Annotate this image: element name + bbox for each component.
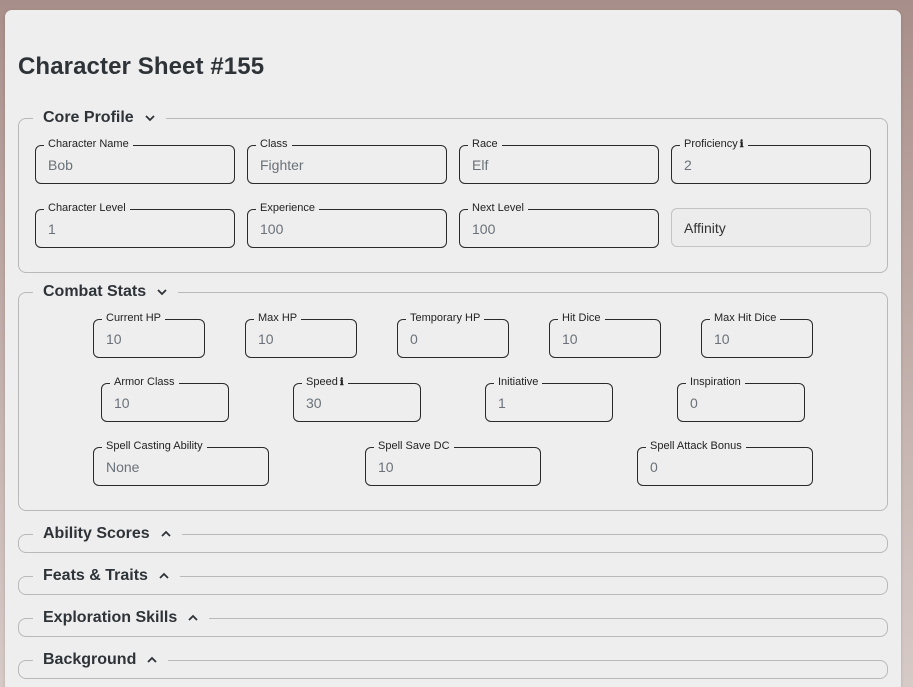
exploration-skills-section: Exploration Skills [18, 607, 888, 637]
field-label: Armor Class [110, 375, 179, 389]
field-label: Inspiration [686, 375, 745, 389]
field-label-text: Speed [306, 376, 338, 388]
proficiency-field[interactable]: Proficiency ℹ 2 [671, 137, 871, 184]
field-value: Bob [48, 157, 73, 173]
core-profile-section: Core Profile [18, 107, 888, 273]
field-label: Spell Attack Bonus [646, 439, 746, 453]
field-value: None [106, 459, 140, 475]
field-value: 100 [472, 221, 496, 237]
field-value: 1 [498, 395, 506, 411]
field-label: Current HP [102, 311, 166, 325]
field-label: Spell Casting Ability [102, 439, 207, 453]
field-label: Race [468, 137, 502, 151]
info-icon[interactable]: ℹ [340, 377, 344, 388]
max-hp-field[interactable]: Max HP 10 [245, 311, 357, 358]
field-label: Max HP [254, 311, 302, 325]
section-title: Exploration Skills [43, 609, 178, 626]
chevron-down-icon [156, 286, 168, 298]
race-field[interactable]: Race Elf [459, 137, 659, 184]
temporary-hp-field[interactable]: Temporary HP 0 [397, 311, 509, 358]
inspiration-field[interactable]: Inspiration 0 [677, 375, 805, 422]
combat-stats-toggle[interactable]: Combat Stats [33, 281, 178, 303]
section-title: Core Profile [43, 109, 134, 126]
field-value: Elf [472, 157, 489, 173]
ability-scores-section: Ability Scores [18, 523, 888, 553]
character-sheet-card: Character Sheet #155 Core Profile Charac… [5, 10, 901, 687]
field-label: Speed ℹ [302, 375, 348, 390]
field-value: 100 [260, 221, 284, 237]
background-section: Background [18, 649, 888, 679]
section-title: Ability Scores [43, 525, 150, 542]
field-value: Fighter [260, 157, 304, 173]
field-label: Experience [256, 201, 320, 215]
class-field[interactable]: Class Fighter [247, 137, 447, 184]
current-hp-field[interactable]: Current HP 10 [93, 311, 205, 358]
page-title: Character Sheet #155 [18, 53, 265, 80]
field-value: 0 [410, 331, 418, 347]
spell-attack-bonus-field[interactable]: Spell Attack Bonus 0 [637, 439, 813, 486]
initiative-field[interactable]: Initiative 1 [485, 375, 613, 422]
hit-dice-field[interactable]: Hit Dice 10 [549, 311, 661, 358]
character-level-field[interactable]: Character Level 1 [35, 201, 235, 248]
field-label: Next Level [468, 201, 528, 215]
section-title: Background [43, 651, 137, 668]
field-value: 2 [684, 157, 692, 173]
next-level-field[interactable]: Next Level 100 [459, 201, 659, 248]
field-value: 10 [714, 331, 730, 347]
field-label: Temporary HP [406, 311, 485, 325]
spell-casting-ability-field[interactable]: Spell Casting Ability None [93, 439, 269, 486]
chevron-up-icon [187, 612, 199, 624]
feats-traits-toggle[interactable]: Feats & Traits [33, 565, 180, 587]
background-toggle[interactable]: Background [33, 649, 168, 671]
field-label: Initiative [494, 375, 543, 389]
chevron-up-icon [160, 528, 172, 540]
ability-scores-toggle[interactable]: Ability Scores [33, 523, 182, 545]
section-title: Feats & Traits [43, 567, 148, 584]
chevron-up-icon [146, 654, 158, 666]
field-label: Proficiency ℹ [680, 137, 748, 152]
field-value: 30 [306, 395, 322, 411]
affinity-label: Affinity [684, 220, 726, 236]
spell-save-dc-field[interactable]: Spell Save DC 10 [365, 439, 541, 486]
field-label: Hit Dice [558, 311, 605, 325]
experience-field[interactable]: Experience 100 [247, 201, 447, 248]
character-name-field[interactable]: Character Name Bob [35, 137, 235, 184]
field-value: 0 [650, 459, 658, 475]
feats-traits-section: Feats & Traits [18, 565, 888, 595]
field-value: 10 [562, 331, 578, 347]
field-value: 10 [114, 395, 130, 411]
field-label-text: Proficiency [684, 138, 738, 150]
field-label: Spell Save DC [374, 439, 454, 453]
field-value: 10 [258, 331, 274, 347]
chevron-up-icon [158, 570, 170, 582]
chevron-down-icon [144, 112, 156, 124]
field-value: 10 [106, 331, 122, 347]
field-value: 1 [48, 221, 56, 237]
info-icon[interactable]: ℹ [740, 139, 744, 150]
max-hit-dice-field[interactable]: Max Hit Dice 10 [701, 311, 813, 358]
field-value: 0 [690, 395, 698, 411]
affinity-button[interactable]: Affinity [671, 208, 871, 247]
armor-class-field[interactable]: Armor Class 10 [101, 375, 229, 422]
field-label: Character Level [44, 201, 130, 215]
core-profile-toggle[interactable]: Core Profile [33, 107, 166, 129]
field-label: Character Name [44, 137, 133, 151]
speed-field[interactable]: Speed ℹ 30 [293, 375, 421, 422]
field-value: 10 [378, 459, 394, 475]
field-label: Max Hit Dice [710, 311, 781, 325]
field-label: Class [256, 137, 292, 151]
exploration-skills-toggle[interactable]: Exploration Skills [33, 607, 209, 629]
section-title: Combat Stats [43, 283, 147, 300]
